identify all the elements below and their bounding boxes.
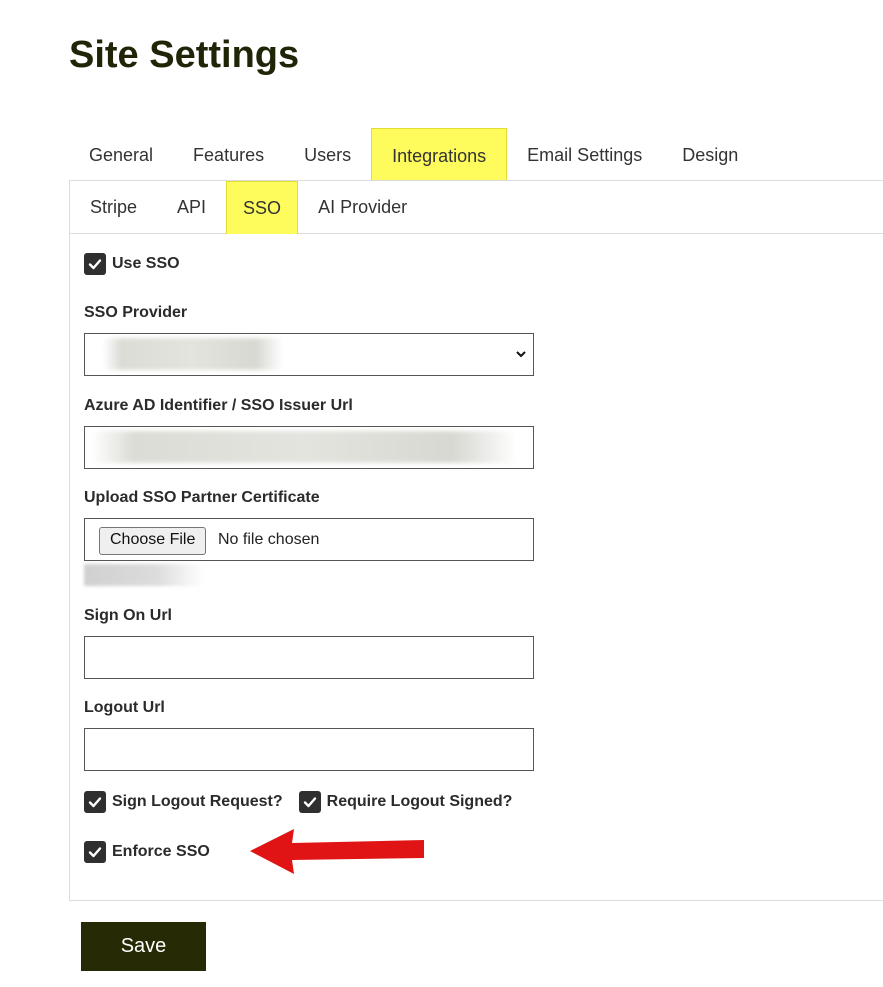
tab-users[interactable]: Users <box>284 128 371 180</box>
tab-features[interactable]: Features <box>173 128 284 180</box>
tab-integrations[interactable]: Integrations <box>371 128 508 180</box>
red-arrow-icon <box>250 829 424 874</box>
page-title: Site Settings <box>69 34 300 76</box>
sign-on-url-label: Sign On Url <box>84 607 172 624</box>
certificate-file-input: Choose File No file chosen <box>84 518 534 561</box>
file-status: No file chosen <box>218 531 320 548</box>
check-icon <box>88 797 102 808</box>
tab-general[interactable]: General <box>69 128 173 180</box>
use-sso-label: Use SSO <box>112 255 180 272</box>
subtab-api[interactable]: API <box>157 181 226 233</box>
redacted-value <box>91 431 517 463</box>
tab-email-settings[interactable]: Email Settings <box>507 128 662 180</box>
use-sso-row: Use SSO <box>84 253 180 275</box>
tab-design[interactable]: Design <box>662 128 758 180</box>
check-icon <box>88 847 102 858</box>
enforce-sso-checkbox[interactable] <box>84 841 106 863</box>
sso-provider-select[interactable] <box>84 333 534 376</box>
logout-url-label: Logout Url <box>84 699 165 716</box>
certificate-label: Upload SSO Partner Certificate <box>84 489 320 506</box>
use-sso-checkbox[interactable] <box>84 253 106 275</box>
integration-subtabs: Stripe API SSO AI Provider <box>70 181 883 234</box>
sign-logout-request-checkbox[interactable] <box>84 791 106 813</box>
enforce-sso-row: Enforce SSO <box>84 841 210 863</box>
require-logout-signed-checkbox[interactable] <box>298 791 321 813</box>
issuer-url-label: Azure AD Identifier / SSO Issuer Url <box>84 397 353 414</box>
subtab-sso[interactable]: SSO <box>226 181 299 234</box>
main-tabs: General Features Users Integrations Emai… <box>69 128 758 180</box>
sign-on-url-input[interactable] <box>84 636 534 679</box>
subtab-stripe[interactable]: Stripe <box>70 181 157 233</box>
logout-url-input[interactable] <box>84 728 534 771</box>
enforce-sso-label: Enforce SSO <box>112 843 210 860</box>
sso-provider-label: SSO Provider <box>84 304 188 321</box>
check-icon <box>303 797 316 808</box>
require-logout-signed-label: Require Logout Signed? <box>326 793 513 810</box>
subtab-ai-provider[interactable]: AI Provider <box>298 181 427 233</box>
sign-logout-request-label: Sign Logout Request? <box>112 793 283 810</box>
check-icon <box>88 259 102 270</box>
integrations-panel: Stripe API SSO AI Provider Use SSO SSO P… <box>69 180 883 901</box>
choose-file-button[interactable]: Choose File <box>99 527 207 555</box>
logout-options-row: Sign Logout Request? Require Logout Sign… <box>84 791 512 813</box>
issuer-url-input[interactable] <box>84 426 534 469</box>
redacted-certificate-name <box>84 564 204 586</box>
chevron-down-icon <box>516 351 526 358</box>
save-button[interactable]: Save <box>81 922 206 971</box>
redacted-value <box>103 338 283 370</box>
